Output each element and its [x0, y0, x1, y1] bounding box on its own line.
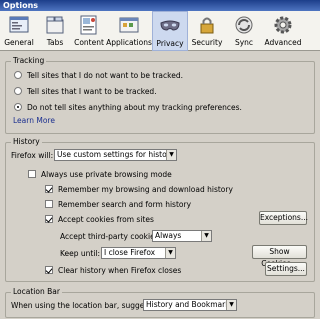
tab-tabs-label: Tabs — [46, 38, 64, 47]
chevron-down-icon: ▼ — [226, 300, 236, 310]
checkbox-icon[interactable] — [28, 170, 36, 178]
keep-until-value: I close Firefox — [104, 248, 156, 257]
third-party-value: Always — [155, 231, 182, 240]
checkbox-checked-icon[interactable] — [45, 185, 53, 193]
tracking-option-label: Do not tell sites anything about my trac… — [27, 102, 242, 112]
tab-applications-label: Applications — [106, 38, 152, 47]
advanced-icon — [274, 16, 292, 34]
tab-applications[interactable]: Applications — [106, 11, 152, 51]
accept-cookies-checkbox[interactable]: Accept cookies from sites — [45, 213, 154, 225]
security-icon — [200, 17, 214, 34]
remember-search-checkbox[interactable]: Remember search and form history — [45, 198, 191, 210]
radio-selected-icon[interactable] — [14, 103, 22, 111]
tab-privacy-label: Privacy — [156, 39, 184, 48]
tab-content-label: Content — [74, 38, 104, 47]
private-browsing-label: Always use private browsing mode — [41, 169, 172, 179]
accept-cookies-label: Accept cookies from sites — [58, 214, 154, 224]
learn-more-link[interactable]: Learn More — [13, 116, 55, 125]
keep-until-label: Keep until: — [60, 248, 101, 258]
tab-sync-label: Sync — [234, 38, 254, 47]
tracking-legend: Tracking — [11, 56, 47, 65]
firefox-will-label: Firefox will: — [11, 150, 54, 160]
tab-general[interactable]: General — [0, 11, 38, 51]
suggest-label: When using the location bar, suggest: — [11, 300, 154, 310]
checkbox-icon[interactable] — [45, 200, 53, 208]
privacy-mask-icon — [160, 20, 180, 31]
tab-security-label: Security — [191, 38, 223, 47]
location-bar-legend: Location Bar — [11, 287, 62, 296]
radio-icon[interactable] — [14, 87, 22, 95]
tab-general-label: General — [4, 38, 34, 47]
clear-history-checkbox[interactable]: Clear history when Firefox closes — [45, 264, 181, 276]
tab-privacy[interactable]: Privacy — [152, 11, 188, 51]
content-icon — [80, 15, 97, 35]
firefox-will-select[interactable]: Use custom settings for history ▼ — [54, 149, 177, 161]
remember-browsing-label: Remember my browsing and download histor… — [58, 184, 233, 194]
firefox-will-value: Use custom settings for history — [57, 150, 175, 159]
chevron-down-icon: ▼ — [166, 150, 176, 160]
radio-icon[interactable] — [14, 71, 22, 79]
remember-search-label: Remember search and form history — [58, 199, 192, 209]
keep-until-select[interactable]: I close Firefox ▼ — [101, 247, 176, 259]
tabs-icon — [46, 16, 64, 34]
tracking-option-no-preference[interactable]: Do not tell sites anything about my trac… — [14, 101, 242, 113]
window-title: Options — [0, 0, 320, 11]
checkbox-checked-icon[interactable] — [45, 266, 53, 274]
show-cookies-button[interactable]: Show Cookies... — [252, 245, 307, 268]
third-party-select[interactable]: Always ▼ — [152, 230, 212, 242]
tracking-option-label: Tell sites that I do not want to be trac… — [27, 70, 183, 80]
suggest-select[interactable]: History and Bookmarks ▼ — [143, 299, 237, 311]
remember-browsing-checkbox[interactable]: Remember my browsing and download histor… — [45, 183, 233, 195]
preferences-toolbar: General Tabs Content Applications Privac… — [0, 11, 320, 51]
private-browsing-checkbox[interactable]: Always use private browsing mode — [28, 168, 172, 180]
tab-advanced[interactable]: Advanced — [262, 11, 304, 51]
tracking-option-label: Tell sites that I want to be tracked. — [27, 86, 157, 96]
tab-security[interactable]: Security — [188, 11, 226, 51]
tab-advanced-label: Advanced — [264, 38, 302, 47]
history-legend: History — [11, 137, 42, 146]
tab-content[interactable]: Content — [72, 11, 106, 51]
clear-history-label: Clear history when Firefox closes — [58, 265, 182, 275]
general-icon — [9, 16, 29, 33]
tracking-option-do-not-track[interactable]: Tell sites that I do not want to be trac… — [14, 69, 183, 81]
applications-icon — [119, 17, 139, 33]
tab-tabs[interactable]: Tabs — [38, 11, 72, 51]
tab-sync[interactable]: Sync — [226, 11, 262, 51]
settings-button[interactable]: Settings... — [265, 262, 307, 276]
tracking-option-track[interactable]: Tell sites that I want to be tracked. — [14, 85, 157, 97]
checkbox-checked-icon[interactable] — [45, 215, 53, 223]
third-party-label: Accept third-party cookies: — [60, 231, 162, 241]
chevron-down-icon: ▼ — [165, 248, 175, 258]
chevron-down-icon: ▼ — [201, 231, 211, 241]
exceptions-button[interactable]: Exceptions... — [259, 211, 308, 225]
sync-icon — [235, 16, 253, 34]
suggest-value: History and Bookmarks — [146, 300, 234, 309]
